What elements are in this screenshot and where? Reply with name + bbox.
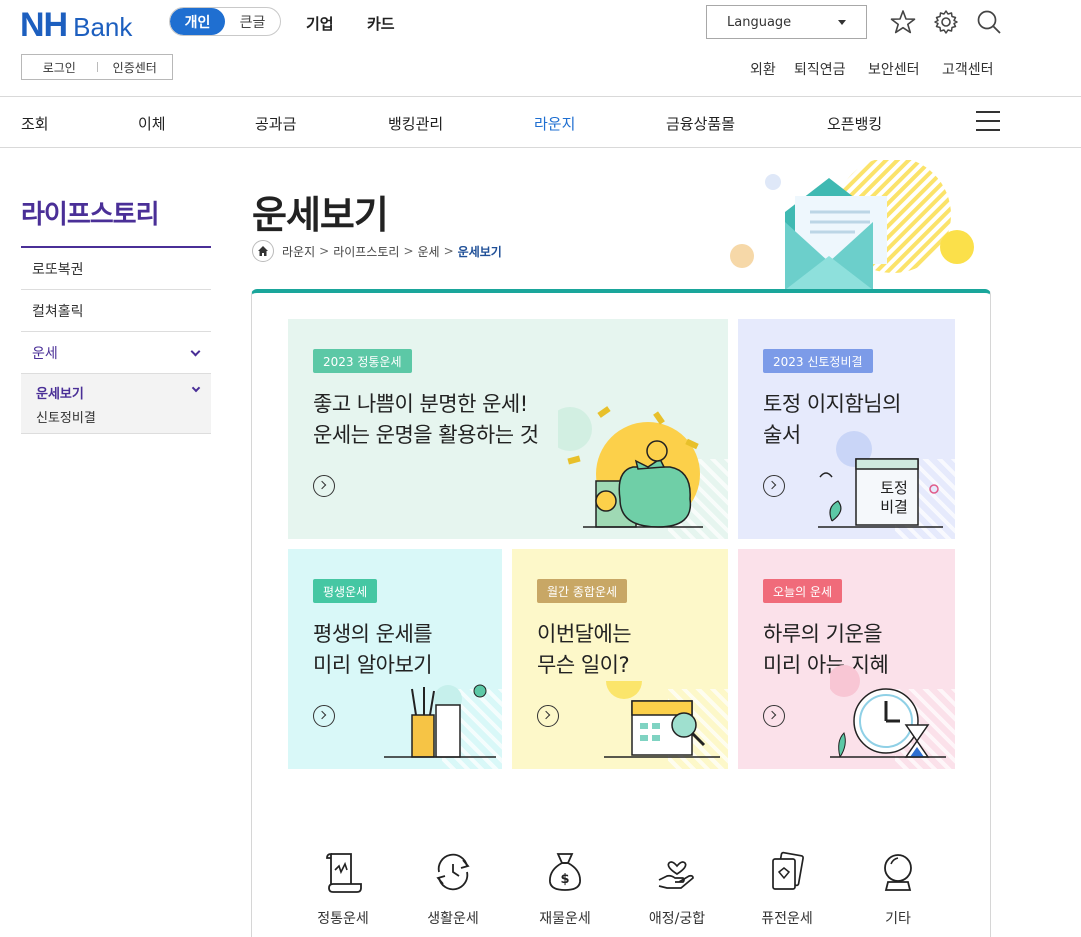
- gnb-transfer[interactable]: 이체: [138, 113, 166, 134]
- card-lifetime-fortune[interactable]: 평생운세 평생의 운세를 미리 알아보기: [288, 549, 502, 769]
- sidebar-sub-fortune-view[interactable]: 운세보기: [36, 383, 84, 402]
- category-label: 생활운세: [427, 911, 479, 927]
- category-label: 정통운세: [317, 911, 369, 927]
- card-traditional-fortune[interactable]: 2023 정통운세 좋고 나쁨이 분명한 운세! 운세는 운명을 활용하는 것: [288, 319, 728, 539]
- arrow-right-icon[interactable]: [763, 475, 785, 497]
- card-monthly-fortune[interactable]: 월간 종합운세 이번달에는 무슨 일이?: [512, 549, 728, 769]
- logo-bank: Bank: [73, 12, 133, 42]
- card-badge: 2023 정통운세: [313, 349, 412, 373]
- envelope-illustration: [730, 160, 974, 290]
- category-traditional[interactable]: 정통운세: [298, 850, 388, 928]
- breadcrumb-fortune[interactable]: 운세: [418, 243, 440, 260]
- gnb-open-banking[interactable]: 오픈뱅킹: [827, 113, 882, 134]
- breadcrumb-current: 운세보기: [457, 244, 502, 259]
- breadcrumb-lifestory[interactable]: 라이프스토리: [333, 243, 399, 260]
- card-badge: 2023 신토정비결: [763, 349, 873, 373]
- sidebar-item-label: 운세: [32, 345, 58, 362]
- segment-personal[interactable]: 개인: [170, 8, 225, 35]
- chevron-down-icon: [190, 346, 201, 357]
- book-label: 토정 비결: [880, 479, 908, 516]
- sidebar-sub-tojeong[interactable]: 신토정비결: [36, 407, 96, 426]
- money-bag-illustration: [558, 406, 703, 528]
- util-link-forex[interactable]: 외환: [750, 59, 776, 79]
- cards-icon: [772, 851, 804, 890]
- topnav-corporate[interactable]: 기업: [306, 13, 334, 34]
- personal-largefont-toggle: 개인 큰글: [169, 7, 281, 36]
- login-cert-box: 로그인 인증센터: [21, 54, 173, 80]
- arrow-right-icon[interactable]: [763, 705, 785, 727]
- card-badge: 오늘의 운세: [763, 579, 843, 603]
- gnb-product-mall[interactable]: 금융상품몰: [666, 113, 735, 134]
- card-badge: 월간 종합운세: [537, 579, 628, 603]
- cert-center-link[interactable]: 인증센터: [98, 59, 173, 76]
- card-text: 평생의 운세를 미리 알아보기: [313, 622, 433, 677]
- calendar-illustration: [604, 681, 720, 758]
- language-label: Language: [727, 14, 792, 30]
- sidebar-title: 라이프스토리: [21, 200, 160, 230]
- sidebar-item-lotto[interactable]: 로또복권: [21, 248, 211, 290]
- arrow-right-icon[interactable]: [313, 705, 335, 727]
- chevron-down-icon[interactable]: [191, 383, 201, 393]
- nh-bank-logo[interactable]: NH Bank: [20, 6, 132, 45]
- arrow-right-icon[interactable]: [313, 475, 335, 497]
- sidebar-item-fortune[interactable]: 운세: [21, 332, 211, 374]
- clock-cycle-icon: [436, 853, 470, 891]
- sidebar-item-culture[interactable]: 컬쳐홀릭: [21, 290, 211, 332]
- home-icon[interactable]: [252, 240, 274, 262]
- breadcrumb-separator: >: [403, 244, 414, 258]
- breadcrumb-lounge[interactable]: 라운지: [282, 243, 315, 260]
- heart-hand-icon: [658, 861, 694, 889]
- category-label: 기타: [885, 911, 911, 927]
- card-text: 이번달에는 무슨 일이?: [537, 622, 632, 677]
- category-label: 애정/궁합: [648, 911, 706, 927]
- header-divider: [0, 96, 1081, 97]
- caret-down-icon: [838, 20, 846, 25]
- card-badge: 평생운세: [313, 579, 378, 603]
- category-wealth[interactable]: $ 재물운세: [520, 850, 610, 928]
- sidebar-submenu: 운세보기 신토정비결: [21, 374, 211, 434]
- pencil-cup-illustration: [384, 684, 496, 758]
- gnb-banking-mgmt[interactable]: 뱅킹관리: [388, 113, 443, 134]
- category-fusion[interactable]: 퓨전운세: [742, 850, 832, 928]
- language-select[interactable]: Language: [706, 5, 867, 39]
- category-etc[interactable]: 기타: [853, 850, 943, 928]
- gnb-utility-bills[interactable]: 공과금: [255, 113, 296, 134]
- logo-nh: NH: [20, 6, 68, 44]
- crystal-ball-icon: [884, 854, 912, 891]
- gnb-divider: [0, 147, 1081, 148]
- search-icon[interactable]: [976, 9, 1002, 35]
- star-icon[interactable]: [890, 9, 916, 35]
- login-link[interactable]: 로그인: [22, 59, 97, 76]
- breadcrumb-separator: >: [319, 244, 330, 258]
- clock-hourglass-illustration: [830, 665, 946, 758]
- util-link-security[interactable]: 보안센터: [868, 59, 920, 79]
- util-link-pension[interactable]: 퇴직연금: [794, 59, 846, 79]
- gear-icon[interactable]: [933, 9, 959, 35]
- money-bag-icon: $: [549, 853, 581, 891]
- page-title: 운세보기: [252, 193, 389, 237]
- sidebar-item-label: 컬쳐홀릭: [32, 303, 84, 320]
- category-life[interactable]: 생활운세: [408, 850, 498, 928]
- gnb-inquiry[interactable]: 조회: [21, 113, 49, 134]
- menu-icon[interactable]: [976, 111, 1000, 131]
- util-link-customer[interactable]: 고객센터: [942, 59, 994, 79]
- breadcrumb: 라운지 > 라이프스토리 > 운세 > 운세보기: [252, 240, 502, 262]
- scroll-icon: [326, 853, 362, 893]
- sidebar-item-label: 로또복권: [32, 261, 84, 278]
- segment-large-text[interactable]: 큰글: [225, 8, 280, 35]
- card-text: 좋고 나쁨이 분명한 운세! 운세는 운명을 활용하는 것: [313, 392, 539, 447]
- category-label: 재물운세: [539, 911, 591, 927]
- category-label: 퓨전운세: [761, 911, 813, 927]
- topnav-card[interactable]: 카드: [367, 13, 395, 34]
- card-today-fortune[interactable]: 오늘의 운세 하루의 기운을 미리 아는 지혜: [738, 549, 955, 769]
- svg-text:$: $: [560, 872, 569, 887]
- arrow-right-icon[interactable]: [537, 705, 559, 727]
- breadcrumb-separator: >: [443, 244, 454, 258]
- gnb-lounge[interactable]: 라운지: [534, 113, 575, 134]
- card-new-tojeong[interactable]: 2023 신토정비결 토정 이지함님의 술서 토정 비결: [738, 319, 955, 539]
- category-love[interactable]: 애정/궁합: [632, 850, 722, 928]
